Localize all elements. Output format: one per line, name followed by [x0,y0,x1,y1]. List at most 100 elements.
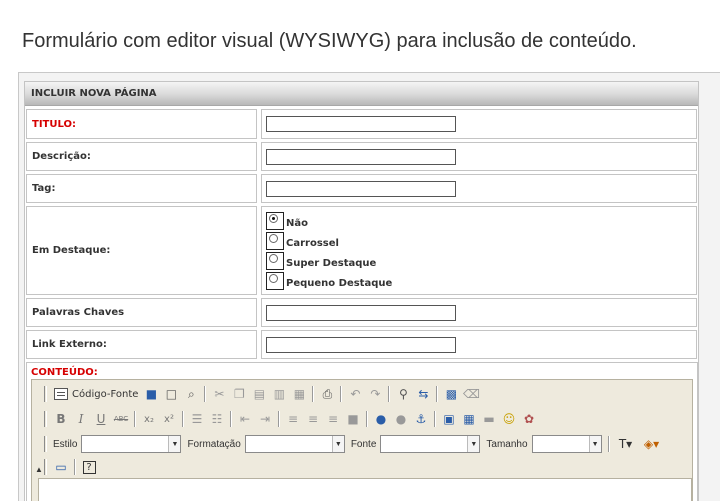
toolbar-grip[interactable] [44,459,47,475]
superscript-button[interactable]: x² [159,409,179,429]
style-select-value[interactable] [82,436,168,452]
smiley-button[interactable]: ☺ [499,409,519,429]
help-button[interactable]: ? [79,457,99,477]
font-select-value[interactable] [381,436,467,452]
toolbar-separator [278,411,280,427]
font-select[interactable]: ▼ [380,435,481,453]
print-button[interactable]: ⎙ [317,384,337,404]
row-descricao: Descrição: [25,142,698,171]
bold-button[interactable]: B [51,409,71,429]
tag-input[interactable] [266,180,456,197]
radio-carrossel[interactable] [266,232,284,250]
italic-button[interactable]: I [71,409,91,429]
chevron-down-icon[interactable]: ▼ [331,436,344,452]
chevron-down-icon[interactable]: ▼ [168,436,181,452]
collapse-toolbar-icon[interactable]: ▲ [35,465,43,474]
toolbar-separator [230,411,232,427]
strikethrough-button[interactable]: ABC [111,409,131,429]
align-center-button[interactable]: ≡ [303,409,323,429]
image-button[interactable]: ▣ [439,409,459,429]
row-palavras-chaves: Palavras Chaves [25,298,698,327]
toolbar-grip[interactable] [44,436,47,452]
toolbar-grip[interactable] [44,386,47,402]
radio-dot-icon [269,254,278,263]
link-externo-input[interactable] [266,336,456,353]
maximize-button[interactable]: ▭ [51,457,71,477]
titulo-input[interactable] [266,116,456,132]
justify-button[interactable]: ■ [343,409,363,429]
align-right-button[interactable]: ≡ [323,409,343,429]
editor-content-area[interactable] [38,478,692,501]
remove-format-button[interactable]: ⌫ [461,384,481,404]
subscript-button[interactable]: x₂ [139,409,159,429]
unlink-button[interactable]: ● [391,409,411,429]
toolbar-separator [388,386,391,402]
include-page-form: INCLUIR NOVA PÁGINA TITULO: Descrição: T… [24,81,699,501]
copy-button[interactable]: ❐ [229,384,249,404]
style-select[interactable]: ▼ [81,435,182,453]
style-label: Estilo [53,438,78,450]
source-button[interactable]: Código-Fonte [51,384,141,404]
undo-button[interactable]: ↶ [345,384,365,404]
table-button[interactable]: ▦ [459,409,479,429]
select-all-button[interactable]: ▩ [441,384,461,404]
text-color-button[interactable]: T▾ [613,434,639,454]
radio-super-destaque[interactable] [266,252,284,270]
editor-toolbar-row-1: Código-Fonte ■ □ ⌕ ✂ ❐ ▤ ▥ ▦ ⎙ ↶ ↷ ⚲ ⇆ ▩… [32,382,481,406]
anchor-button[interactable]: ⚓ [411,409,431,429]
link-button[interactable]: ● [371,409,391,429]
horizontal-rule-icon: ▬ [483,412,495,426]
align-left-icon: ≡ [287,412,299,426]
outdent-button[interactable]: ⇤ [235,409,255,429]
bulleted-list-icon: ☷ [211,412,223,426]
cut-button[interactable]: ✂ [209,384,229,404]
descricao-label: Descrição: [26,142,257,171]
radio-item-pequeno-destaque[interactable]: Pequeno Destaque [266,270,392,290]
size-select[interactable]: ▼ [531,435,602,453]
new-page-button[interactable]: □ [161,384,181,404]
paste-text-button[interactable]: ▥ [269,384,289,404]
radio-label-super-destaque: Super Destaque [286,258,377,269]
destaque-field-cell: Não Carrossel Super Destaque Pequeno Des… [261,206,697,295]
font-label: Fonte [350,438,377,450]
toolbar-grip[interactable] [44,411,47,427]
chevron-down-icon[interactable]: ▼ [467,436,480,452]
radio-label-nao: Não [286,218,308,229]
find-button[interactable]: ⚲ [393,384,413,404]
chevron-down-icon[interactable]: ▼ [588,436,601,452]
destaque-label: Em Destaque: [26,206,257,295]
horizontal-rule-button[interactable]: ▬ [479,409,499,429]
special-char-icon: ✿ [523,412,535,426]
smiley-icon: ☺ [502,412,516,426]
radio-item-super-destaque[interactable]: Super Destaque [266,250,392,270]
palavras-chaves-input[interactable] [266,304,456,321]
size-select-value[interactable] [533,436,589,452]
background-color-button[interactable]: ◈▾ [639,434,665,454]
radio-item-carrossel[interactable]: Carrossel [266,230,392,250]
format-select[interactable]: ▼ [244,435,345,453]
save-button[interactable]: ■ [141,384,161,404]
indent-button[interactable]: ⇥ [255,409,275,429]
align-left-button[interactable]: ≡ [283,409,303,429]
bulleted-list-button[interactable]: ☷ [207,409,227,429]
paste-word-button[interactable]: ▦ [289,384,309,404]
numbered-list-button[interactable]: ☰ [187,409,207,429]
special-char-button[interactable]: ✿ [519,409,539,429]
underline-button[interactable]: U [91,409,111,429]
radio-item-nao[interactable]: Não [266,210,392,230]
select-all-icon: ▩ [445,387,458,401]
replace-icon: ⇆ [418,387,429,401]
radio-pequeno-destaque[interactable] [266,272,284,290]
radio-nao[interactable] [266,212,284,230]
preview-button[interactable]: ⌕ [181,384,201,404]
descricao-input[interactable] [266,148,456,165]
toolbar-separator [74,459,76,475]
wysiwyg-editor: Código-Fonte ■ □ ⌕ ✂ ❐ ▤ ▥ ▦ ⎙ ↶ ↷ ⚲ ⇆ ▩… [31,379,693,501]
redo-button[interactable]: ↷ [365,384,385,404]
text-color-icon: T▾ [618,437,633,451]
paste-button[interactable]: ▤ [249,384,269,404]
format-select-value[interactable] [246,436,332,452]
replace-button[interactable]: ⇆ [413,384,433,404]
form-frame: INCLUIR NOVA PÁGINA TITULO: Descrição: T… [18,72,720,501]
binoculars-icon: ⚲ [399,387,408,401]
